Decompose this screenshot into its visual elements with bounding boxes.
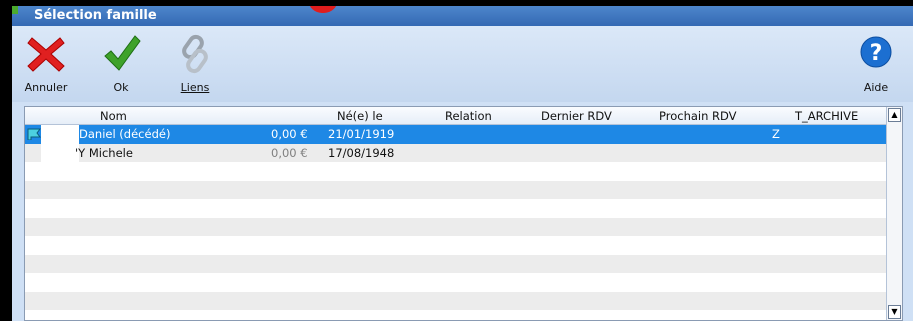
column-header-dernier-rdv[interactable]: Dernier RDV	[541, 109, 612, 123]
toolbar: Annuler Ok Liens ? Aide	[12, 26, 913, 102]
window-title: Sélection famille	[34, 8, 157, 23]
title-bar: Sélection famille	[12, 6, 913, 26]
scroll-up-button[interactable]: ▲	[888, 108, 901, 122]
cancel-label: Annuler	[24, 81, 68, 94]
checkmark-icon	[104, 35, 141, 71]
family-selection-window: Sélection famille Annuler Ok Liens ? Aid…	[12, 6, 913, 321]
column-header-nom[interactable]: Nom	[100, 109, 127, 123]
cell-t-archive: Z	[772, 127, 780, 141]
table-body: Daniel (décédé) 0,00 € 21/01/1919 Z 'Y M…	[25, 125, 887, 310]
help-label: Aide	[863, 81, 889, 94]
cell-montant: 0,00 €	[271, 145, 308, 160]
table-row[interactable]: Daniel (décédé) 0,00 € 21/01/1919 Z	[25, 125, 887, 144]
ok-label: Ok	[113, 81, 129, 94]
chain-link-icon	[182, 34, 208, 74]
help-question-icon: ?	[860, 36, 892, 68]
empty-row	[25, 236, 887, 255]
cell-montant: 0,00 €	[271, 127, 308, 141]
flag-icon	[27, 128, 41, 140]
svg-text:?: ?	[870, 41, 883, 66]
table-row[interactable]: 'Y Michele 0,00 € 17/08/1948	[25, 143, 887, 162]
cell-nom: Daniel (décédé)	[79, 127, 171, 141]
empty-row	[25, 217, 887, 236]
column-header-t-archive[interactable]: T_ARCHIVE	[795, 109, 858, 123]
family-table[interactable]: Nom Né(e) le Relation Dernier RDV Procha…	[24, 106, 903, 321]
help-button[interactable]: ? Aide	[848, 32, 904, 94]
cancel-button[interactable]: Annuler	[18, 32, 74, 94]
column-header-prochain-rdv[interactable]: Prochain RDV	[659, 109, 737, 123]
empty-row	[25, 180, 887, 199]
empty-row	[25, 254, 887, 273]
row-mask	[41, 143, 79, 162]
table-header: Nom Né(e) le Relation Dernier RDV Procha…	[25, 107, 887, 125]
empty-row	[25, 273, 887, 292]
title-bar-accent	[12, 6, 18, 14]
column-header-relation[interactable]: Relation	[445, 109, 492, 123]
empty-row	[25, 199, 887, 218]
scroll-down-button[interactable]: ▼	[888, 305, 901, 319]
vertical-scrollbar[interactable]: ▲ ▼	[886, 107, 902, 320]
cell-ne-le: 21/01/1919	[328, 127, 395, 141]
cell-ne-le: 17/08/1948	[328, 145, 395, 160]
decorative-red-shape	[308, 6, 338, 13]
row-mask	[41, 125, 79, 144]
column-header-ne-le[interactable]: Né(e) le	[337, 109, 383, 123]
empty-row	[25, 291, 887, 310]
cell-nom: 'Y Michele	[75, 145, 133, 160]
ok-button[interactable]: Ok	[93, 32, 149, 94]
links-label: Liens	[180, 81, 210, 94]
cancel-x-icon	[27, 37, 65, 72]
empty-row	[25, 162, 887, 181]
links-button[interactable]: Liens	[167, 32, 223, 94]
